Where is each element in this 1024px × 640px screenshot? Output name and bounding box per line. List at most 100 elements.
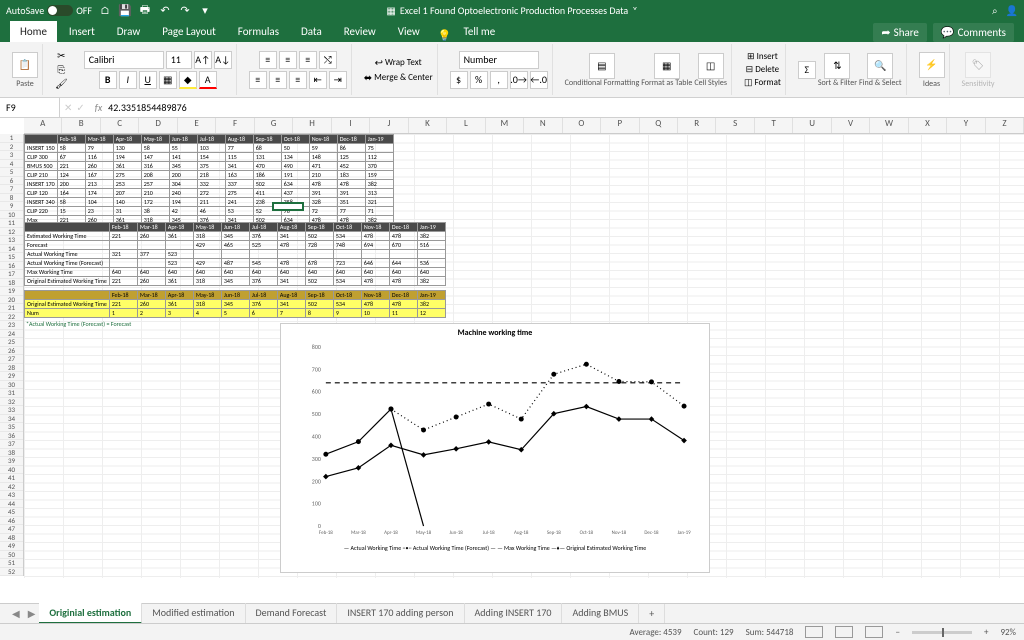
grow-font-icon[interactable]: A↑ — [194, 51, 212, 69]
underline-icon[interactable]: U — [139, 71, 157, 89]
number-format[interactable]: Number — [459, 51, 539, 69]
ideas-icon[interactable]: ⚡ — [919, 52, 945, 78]
share-button[interactable]: ➦Share — [873, 23, 926, 42]
tab-prev-icon[interactable]: ◀ — [8, 607, 24, 620]
svg-text:200: 200 — [312, 477, 321, 485]
wrap-label[interactable]: Wrap Text — [385, 57, 422, 68]
data-table-yellow[interactable]: Feb-18Mar-18Apr-18May-18Jun-18Jul-18Aug-… — [24, 290, 446, 318]
chevron-down-icon[interactable]: ▾ — [198, 3, 212, 17]
wrap-icon[interactable]: ↩ — [375, 56, 383, 69]
delete-icon[interactable]: ⊟ — [746, 64, 754, 75]
active-cell[interactable] — [272, 202, 304, 211]
data-table-2[interactable]: Feb-18Mar-18Apr-18May-18Jun-18Jul-18Aug-… — [24, 222, 446, 286]
tab-insert[interactable]: Insert — [59, 21, 105, 42]
zoom-out-icon[interactable]: − — [895, 627, 899, 638]
zoom-level[interactable]: 92% — [1000, 627, 1016, 638]
autosum-icon[interactable]: Σ — [798, 61, 816, 79]
decrease-decimal-icon[interactable]: ←.0 — [530, 71, 548, 89]
tab-data[interactable]: Data — [291, 21, 332, 42]
home-icon[interactable]: ⌂ — [98, 3, 112, 17]
svg-text:700: 700 — [312, 365, 321, 373]
align-middle-icon[interactable]: ≡ — [279, 51, 297, 69]
format-painter-icon[interactable]: 🖌 — [55, 77, 68, 90]
sort-icon[interactable]: ⇅ — [824, 53, 850, 79]
print-icon[interactable]: 🖶 — [138, 3, 152, 17]
copy-icon[interactable]: ⎘ — [57, 63, 65, 76]
tell-me[interactable]: Tell me — [454, 21, 506, 42]
format-table-icon[interactable]: ▦ — [654, 53, 680, 79]
align-left-icon[interactable]: ≡ — [249, 71, 267, 89]
increase-indent-icon[interactable]: ⇥ — [329, 71, 347, 89]
font-size[interactable]: 11 — [166, 51, 192, 69]
merge-label[interactable]: Merge & Center — [374, 72, 433, 83]
layout-view-icon[interactable] — [835, 626, 853, 638]
tab-formulas[interactable]: Formulas — [228, 21, 289, 42]
italic-icon[interactable]: I — [119, 71, 137, 89]
fx-icon[interactable]: fx — [89, 101, 108, 114]
align-center-icon[interactable]: ≡ — [269, 71, 287, 89]
autosave-toggle[interactable]: AutoSave OFF — [6, 4, 92, 17]
svg-text:500: 500 — [312, 410, 321, 418]
search-icon[interactable]: ⌕ — [992, 4, 998, 17]
sheet-tab[interactable]: Demand Forecast — [246, 603, 338, 624]
user-icon[interactable]: 👤 — [1006, 4, 1018, 17]
decrease-indent-icon[interactable]: ⇤ — [309, 71, 327, 89]
shrink-font-icon[interactable]: A↓ — [214, 51, 232, 69]
border-icon[interactable]: ▦ — [159, 71, 177, 89]
increase-decimal-icon[interactable]: .0→ — [510, 71, 528, 89]
tab-review[interactable]: Review — [334, 21, 386, 42]
font-color-icon[interactable]: A — [199, 71, 217, 89]
sheet-tab[interactable]: INSERT 170 adding person — [337, 603, 464, 624]
cut-icon[interactable]: ✂ — [57, 49, 65, 62]
chart[interactable]: Machine working time 0100200300400500600… — [280, 323, 710, 573]
worksheet[interactable]: ABCDEFGHIJKLMNOPQRSTUVWXYZ 1234567891011… — [0, 118, 1024, 578]
font-select[interactable]: Calibri — [84, 51, 164, 69]
enter-icon[interactable]: ✓ — [76, 101, 84, 114]
sheet-tab[interactable]: Modified estimation — [142, 603, 245, 624]
conditional-formatting-icon[interactable]: ▤ — [589, 53, 615, 79]
undo-icon[interactable]: ↶ — [158, 3, 172, 17]
bold-icon[interactable]: B — [99, 71, 117, 89]
find-icon[interactable]: 🔍 — [867, 53, 893, 79]
sheet-tab[interactable]: Adding BMUS — [562, 603, 639, 624]
svg-text:800: 800 — [312, 343, 321, 351]
percent-icon[interactable]: % — [470, 71, 488, 89]
sheet-tab[interactable]: Originial estimation — [39, 603, 142, 624]
zoom-slider[interactable] — [912, 631, 972, 634]
cancel-icon[interactable]: ✕ — [64, 101, 72, 114]
data-table-1[interactable]: Feb-18Mar-18Apr-18May-18Jun-18Jul-18Aug-… — [24, 134, 394, 225]
formula-input[interactable]: 42.3351854489876 — [108, 101, 187, 114]
comma-icon[interactable]: , — [490, 71, 508, 89]
redo-icon[interactable]: ↷ — [178, 3, 192, 17]
pagebreak-view-icon[interactable] — [865, 626, 883, 638]
zoom-in-icon[interactable]: + — [984, 627, 988, 638]
svg-text:0: 0 — [318, 522, 321, 530]
align-bottom-icon[interactable]: ≡ — [299, 51, 317, 69]
column-headers[interactable]: ABCDEFGHIJKLMNOPQRSTUVWXYZ — [24, 118, 1024, 134]
chevron-down-icon[interactable]: ˅ — [632, 4, 637, 17]
add-sheet-button[interactable]: + — [639, 604, 665, 623]
sheet-tab[interactable]: Adding INSERT 170 — [465, 603, 563, 624]
tab-page-layout[interactable]: Page Layout — [152, 21, 226, 42]
currency-icon[interactable]: $ — [450, 71, 468, 89]
chart-canvas: 0100200300400500600700800Feb-18Mar-18Apr… — [296, 342, 694, 541]
orientation-icon[interactable]: ⤭ — [319, 51, 337, 69]
save-icon[interactable]: 💾 — [118, 3, 132, 17]
align-top-icon[interactable]: ≡ — [259, 51, 277, 69]
normal-view-icon[interactable] — [805, 626, 823, 638]
tab-home[interactable]: Home — [10, 21, 57, 42]
tab-view[interactable]: View — [388, 21, 430, 42]
tab-draw[interactable]: Draw — [107, 21, 150, 42]
paste-icon[interactable]: 📋 — [12, 52, 38, 78]
cell-styles-icon[interactable]: ◫ — [698, 53, 724, 79]
format-cell-icon[interactable]: ◫ — [744, 77, 753, 88]
merge-icon[interactable]: ⬌ — [364, 71, 372, 84]
tab-next-icon[interactable]: ▶ — [24, 607, 40, 620]
comments-button[interactable]: 💬Comments — [933, 23, 1014, 42]
row-headers[interactable]: 1234567891011121314151617181920212223242… — [0, 134, 24, 576]
insert-icon[interactable]: ⊞ — [747, 51, 755, 62]
fill-color-icon[interactable]: ◆ — [179, 71, 197, 89]
name-box[interactable]: F9 — [0, 98, 60, 117]
align-right-icon[interactable]: ≡ — [289, 71, 307, 89]
status-count: Count: 129 — [694, 627, 734, 638]
